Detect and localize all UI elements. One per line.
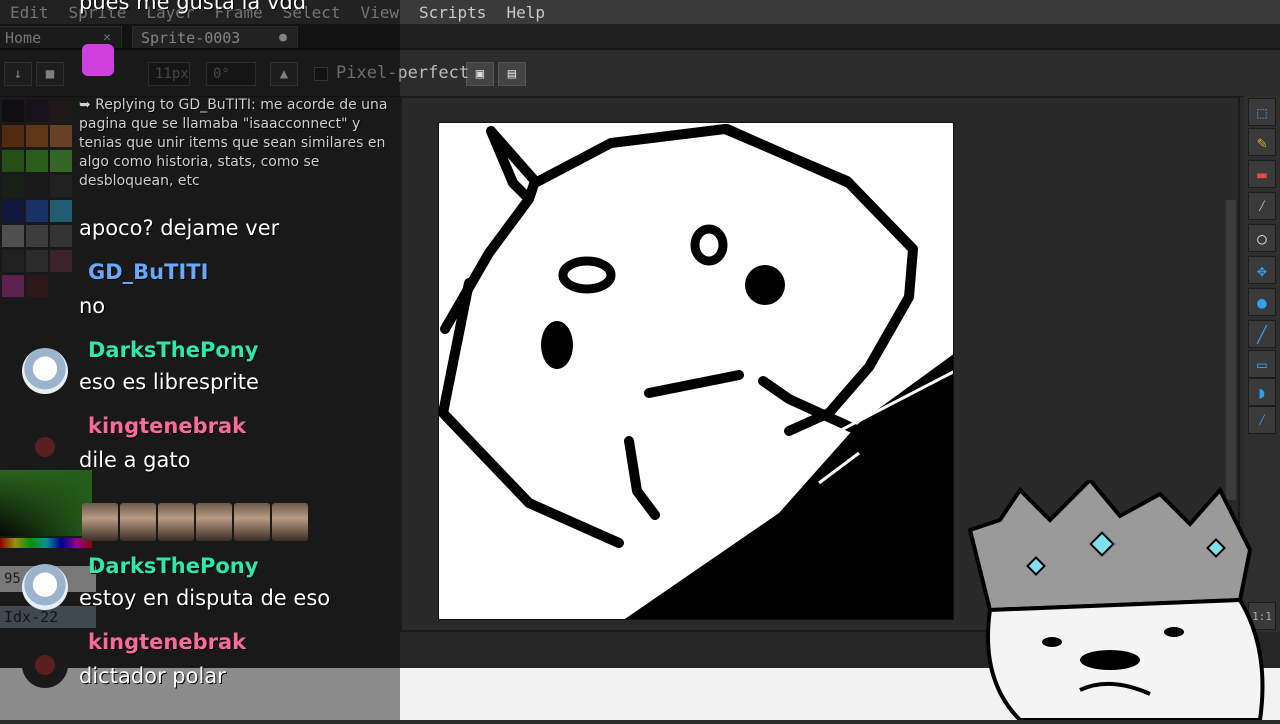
zoom-icon[interactable]: ○ <box>1248 224 1276 252</box>
menu-help[interactable]: Help <box>496 3 555 22</box>
blur-icon[interactable]: ⁄ <box>1248 406 1276 434</box>
emote-icon <box>272 503 308 541</box>
chat-message-text: estoy en disputa de eso <box>79 586 331 610</box>
emote-row <box>82 503 310 541</box>
reply-context: ➥ Replying to GD_BuTITI: me acorde de un… <box>79 97 388 189</box>
emote-icon <box>158 503 194 541</box>
drawing-bear-sketch <box>439 124 953 619</box>
emote-icon <box>196 503 232 541</box>
marquee-icon[interactable]: ⬚ <box>1248 98 1276 126</box>
avatar <box>22 564 68 610</box>
pencil-icon[interactable]: ✎ <box>1248 128 1276 156</box>
emote-icon <box>82 503 118 541</box>
emote-icon <box>120 503 156 541</box>
chat-username[interactable]: DarksThePony <box>88 554 258 578</box>
chat-username[interactable]: DarksThePony <box>88 338 258 362</box>
chat-username[interactable]: kingtenebrak <box>88 414 246 438</box>
chat-message-text: no <box>79 294 106 318</box>
chat-message-text: eso es libresprite <box>79 370 259 394</box>
menu-scripts[interactable]: Scripts <box>409 3 496 22</box>
curve-icon[interactable]: ◗ <box>1248 378 1276 406</box>
eraser-icon[interactable]: ▬ <box>1248 160 1276 188</box>
symmetry-icon[interactable]: ▣ <box>466 62 494 86</box>
chat-username[interactable]: kingtenebrak <box>88 630 246 654</box>
fill-icon[interactable]: ● <box>1248 288 1276 316</box>
avatar <box>22 424 68 470</box>
vertical-scrollbar[interactable] <box>1226 200 1236 500</box>
sprite-canvas[interactable] <box>438 122 954 620</box>
rectangle-icon[interactable]: ▭ <box>1248 350 1276 378</box>
chat-message-text: dictador polar <box>79 664 226 688</box>
polar-bear-king-icon <box>967 477 1265 722</box>
avatar <box>22 642 68 688</box>
line-icon[interactable]: ╱ <box>1248 320 1276 348</box>
avatar <box>22 348 68 394</box>
streamer-avatar <box>960 477 1280 722</box>
chat-message-text: dile a gato <box>79 448 191 472</box>
chat-message-top: pues me gusta la vdd <box>79 0 307 14</box>
pixel-mode-icon[interactable]: ▤ <box>498 62 526 86</box>
chat-username[interactable]: GD_BuTITI <box>88 260 208 284</box>
emote-icon <box>234 503 270 541</box>
stream-chat-overlay: pues me gusta la vdd ➥ Replying to GD_Bu… <box>0 0 400 720</box>
chat-message-text: apoco? dejame ver <box>79 216 280 240</box>
emote-icon <box>82 44 114 76</box>
move-icon[interactable]: ✥ <box>1248 256 1276 284</box>
eyedropper-icon[interactable]: ⁄ <box>1248 192 1276 220</box>
